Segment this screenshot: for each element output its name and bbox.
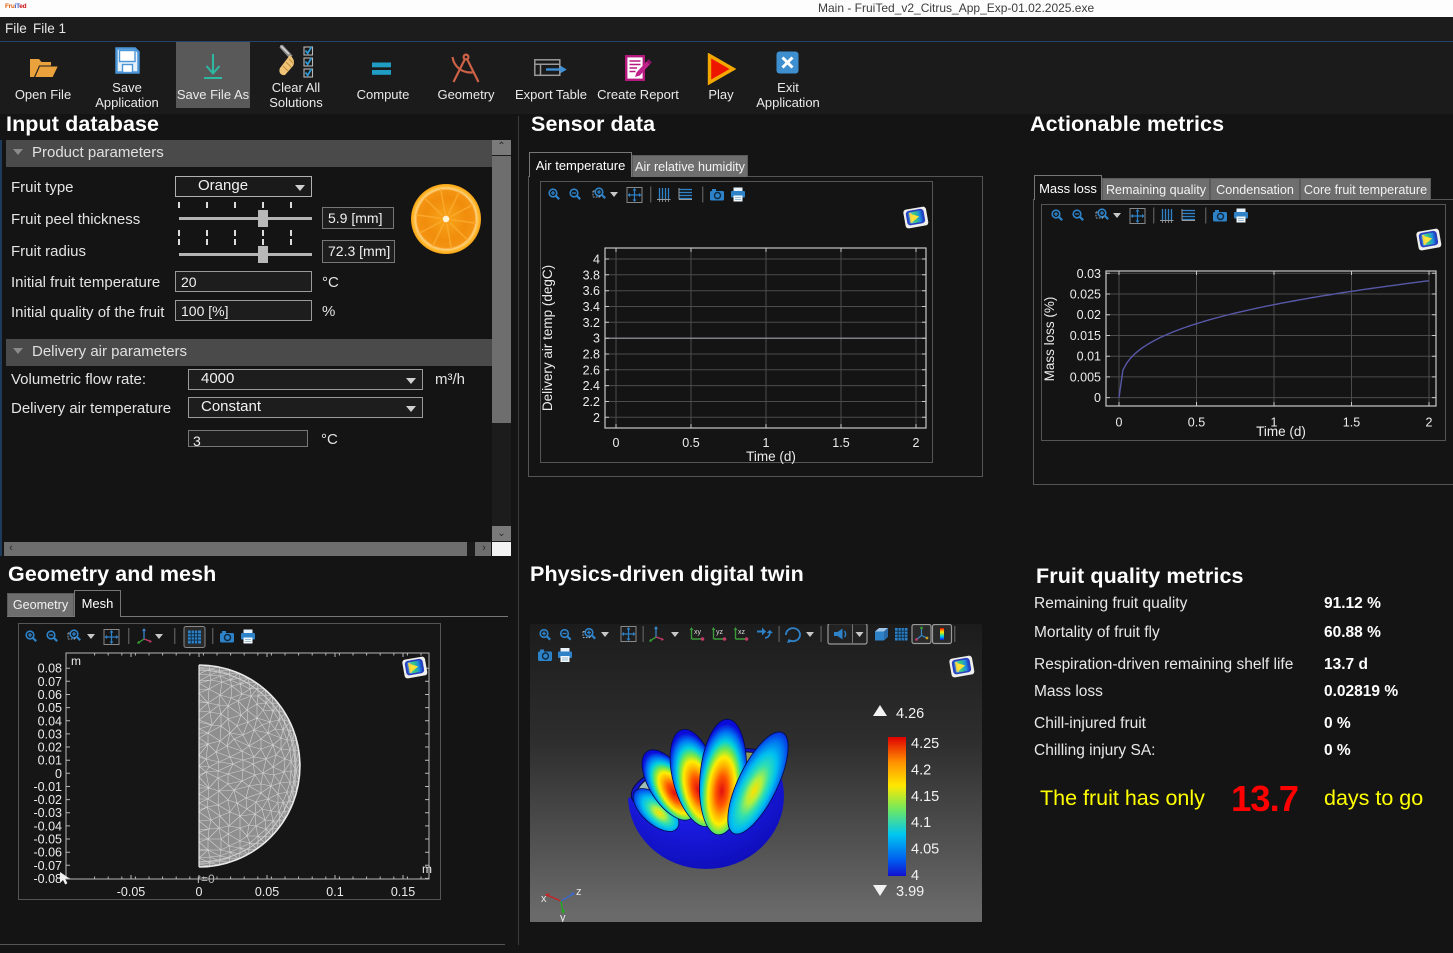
svg-text:2: 2: [593, 411, 600, 425]
svg-text:xz: xz: [738, 629, 746, 636]
svg-text:0.07: 0.07: [38, 675, 62, 689]
svg-text:0.15: 0.15: [391, 885, 415, 899]
svg-text:2: 2: [1426, 416, 1433, 430]
svg-text:Mass loss (%): Mass loss (%): [1042, 297, 1057, 382]
svg-text:-0.05: -0.05: [117, 885, 146, 899]
svg-text:0.04: 0.04: [38, 714, 62, 728]
svg-text:0.08: 0.08: [38, 662, 62, 676]
svg-text:Delivery air temp (degC): Delivery air temp (degC): [540, 265, 555, 411]
svg-text:x: x: [541, 893, 547, 905]
svg-text:0.06: 0.06: [38, 688, 62, 702]
svg-text:2.2: 2.2: [583, 395, 600, 409]
svg-text:4: 4: [593, 253, 600, 267]
svg-text:-0.05: -0.05: [34, 833, 63, 847]
svg-text:4.26: 4.26: [896, 706, 924, 722]
svg-text:Time (d): Time (d): [746, 449, 796, 464]
svg-text:2.8: 2.8: [583, 348, 600, 362]
svg-text:3: 3: [593, 332, 600, 346]
svg-text:m: m: [422, 862, 432, 876]
svg-text:-0.06: -0.06: [34, 846, 63, 860]
svg-text:0.05: 0.05: [38, 701, 62, 715]
svg-text:yz: yz: [716, 629, 724, 636]
svg-text:3.6: 3.6: [583, 284, 600, 298]
svg-text:0.015: 0.015: [1070, 329, 1101, 343]
svg-text:3.99: 3.99: [896, 884, 924, 900]
svg-text:0.05: 0.05: [255, 885, 279, 899]
svg-text:0: 0: [613, 436, 620, 450]
svg-text:4: 4: [911, 868, 919, 884]
svg-text:xy: xy: [694, 629, 702, 636]
svg-text:0.005: 0.005: [1070, 370, 1101, 384]
svg-text:0.5: 0.5: [682, 436, 699, 450]
svg-text:Time (d): Time (d): [1256, 424, 1306, 439]
svg-text:4.05: 4.05: [911, 842, 939, 858]
svg-text:-0.03: -0.03: [34, 806, 63, 820]
svg-text:0.5: 0.5: [1188, 416, 1205, 430]
svg-text:-0.07: -0.07: [34, 859, 63, 873]
svg-text:0.03: 0.03: [1077, 267, 1101, 281]
svg-text:z: z: [576, 886, 582, 898]
svg-text:0.02: 0.02: [38, 741, 62, 755]
svg-text:0: 0: [1094, 391, 1101, 405]
svg-text:3.2: 3.2: [583, 316, 600, 330]
svg-text:0.01: 0.01: [38, 754, 62, 768]
svg-text:-0.01: -0.01: [34, 780, 63, 794]
svg-text:0.1: 0.1: [326, 885, 343, 899]
svg-text:2: 2: [913, 436, 920, 450]
svg-text:0.02: 0.02: [1077, 308, 1101, 322]
svg-text:1.5: 1.5: [1343, 416, 1360, 430]
svg-text:r=0: r=0: [197, 872, 215, 886]
svg-text:1: 1: [763, 436, 770, 450]
svg-text:4.25: 4.25: [911, 736, 939, 752]
svg-text:3.4: 3.4: [583, 300, 600, 314]
svg-text:0: 0: [55, 767, 62, 781]
svg-text:m: m: [71, 654, 81, 668]
svg-text:4.2: 4.2: [911, 762, 931, 778]
svg-text:-0.02: -0.02: [34, 793, 63, 807]
svg-text:0: 0: [196, 885, 203, 899]
svg-text:3.8: 3.8: [583, 268, 600, 282]
svg-text:2.6: 2.6: [583, 363, 600, 377]
svg-text:4.15: 4.15: [911, 789, 939, 805]
svg-text:y: y: [560, 912, 566, 922]
svg-text:0.025: 0.025: [1070, 288, 1101, 302]
svg-text:0.03: 0.03: [38, 727, 62, 741]
svg-text:0: 0: [1116, 416, 1123, 430]
svg-text:-0.08: -0.08: [34, 872, 63, 886]
svg-text:2.4: 2.4: [583, 379, 600, 393]
svg-text:1.5: 1.5: [832, 436, 849, 450]
svg-text:0.01: 0.01: [1077, 350, 1101, 364]
svg-text:-0.04: -0.04: [34, 819, 63, 833]
svg-text:4.1: 4.1: [911, 815, 931, 831]
